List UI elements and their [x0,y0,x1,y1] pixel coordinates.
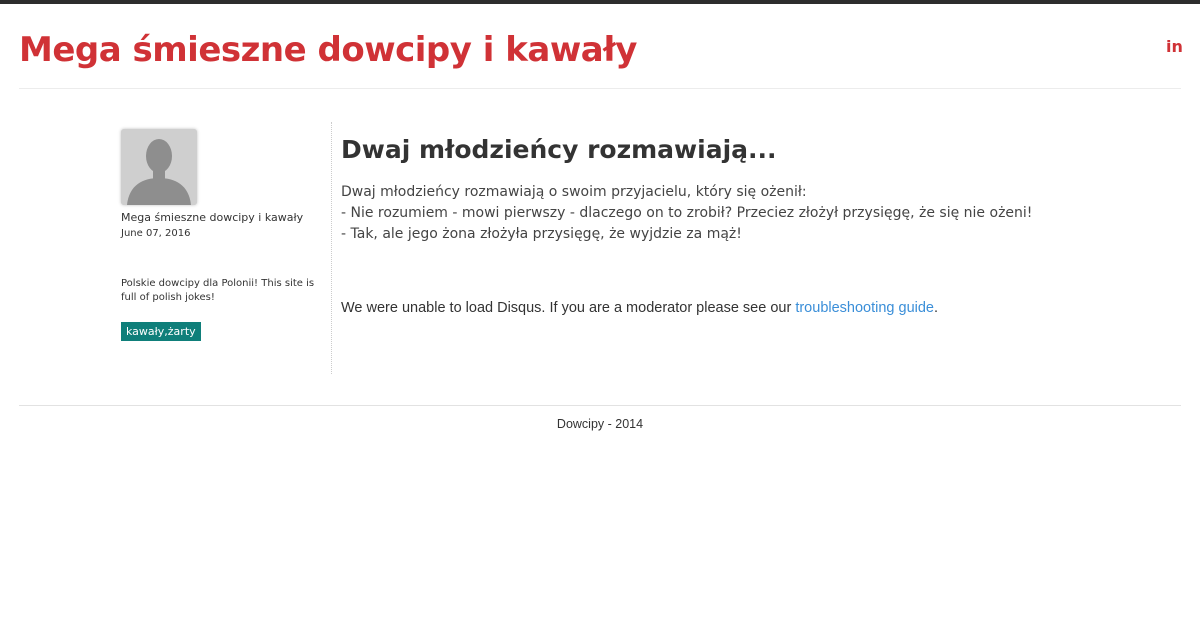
post-line: - Tak, ale jego żona złożyła przysięgę, … [341,226,742,242]
tag-badge[interactable]: kawały,żarty [121,322,201,341]
site-title[interactable]: Mega śmieszne dowcipy i kawały [19,28,637,72]
disqus-error: We were unable to load Disqus. If you ar… [341,299,1181,317]
header-divider [19,88,1181,89]
post-date: June 07, 2016 [121,228,191,239]
post-line: - Nie rozumiem - mowi pierwszy - dlaczeg… [341,205,1033,221]
author-sidebar: Mega śmieszne dowcipy i kawały June 07, … [121,129,321,341]
troubleshooting-link[interactable]: troubleshooting guide [795,300,934,316]
footer-divider [19,405,1181,406]
author-name: Mega śmieszne dowcipy i kawały [121,211,304,224]
post-title: Dwaj młodzieńcy rozmawiają... [341,135,777,164]
footer-text: Dowcipy - 2014 [556,417,644,431]
post-content: Dwaj młodzieńcy rozmawiają... Dwaj młodz… [341,130,1181,317]
linkedin-icon[interactable]: in [1166,37,1183,57]
column-divider [331,122,332,374]
post-line: Dwaj młodzieńcy rozmawiają o swoim przyj… [341,184,807,200]
disqus-message: We were unable to load Disqus. If you ar… [341,300,796,316]
disqus-suffix: . [934,300,939,316]
top-border [0,0,1200,4]
author-blurb: Polskie dowcipy dla Polonii! This site i… [121,278,315,303]
post-body: Dwaj młodzieńcy rozmawiają o swoim przyj… [341,182,1181,245]
user-silhouette-icon[interactable] [121,129,197,205]
